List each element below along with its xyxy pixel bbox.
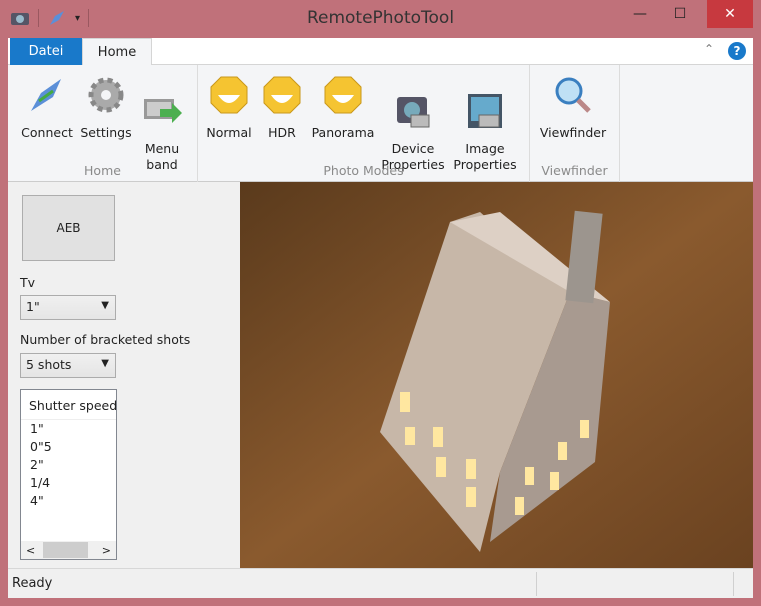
maximize-button[interactable]: ☐ (660, 0, 700, 28)
help-icon[interactable]: ? (728, 42, 746, 60)
group-label-home: Home (84, 163, 121, 178)
ribbon-tabs: Datei Home ⌃ ? (8, 38, 753, 66)
shutter-speed-list[interactable]: Shutter speed 1" 0"5 2" 1/4 4" < > (20, 389, 117, 560)
status-text: Ready (12, 576, 53, 591)
aeb-button[interactable]: AEB (22, 195, 115, 261)
menu-band-icon (144, 99, 182, 123)
scroll-thumb[interactable] (43, 542, 88, 558)
chevron-down-icon: ▼ (101, 300, 109, 311)
aeb-panel: AEB Tv 1" ▼ Number of bracketed shots 5 s… (8, 182, 240, 568)
group-label-photo-modes: Photo Modes (323, 163, 404, 178)
settings-button[interactable]: Settings (78, 75, 134, 141)
divider (536, 572, 537, 596)
column-header[interactable]: Shutter speed (21, 390, 116, 420)
minimize-button[interactable]: — (620, 0, 660, 28)
panorama-button[interactable]: Panorama (308, 75, 378, 141)
status-bar: Ready (8, 568, 753, 598)
group-home: Connect Settings Menu band Home (8, 65, 198, 182)
list-item[interactable]: 1/4 (21, 474, 116, 492)
scroll-left-icon[interactable]: < (26, 544, 35, 557)
viewfinder-button[interactable]: Viewfinder (534, 75, 612, 141)
tv-select[interactable]: 1" ▼ (20, 295, 116, 320)
close-button[interactable]: ✕ (707, 0, 753, 28)
list-item[interactable]: 4" (21, 492, 116, 510)
group-viewfinder: Viewfinder Viewfinder (530, 65, 620, 182)
smiley-icon (324, 76, 362, 114)
tab-home[interactable]: Home (82, 38, 152, 66)
connect-button[interactable]: Connect (18, 75, 76, 141)
shots-label: Number of bracketed shots (20, 332, 191, 347)
horizontal-scrollbar[interactable]: < > (21, 541, 116, 559)
magnifier-icon (555, 77, 591, 113)
collapse-ribbon-icon[interactable]: ⌃ (704, 42, 714, 56)
smiley-icon (263, 76, 301, 114)
image-properties-icon (468, 94, 502, 128)
group-label-viewfinder: Viewfinder (541, 163, 608, 178)
smiley-icon (210, 76, 248, 114)
gear-icon (88, 77, 124, 113)
viewfinder-image (240, 182, 753, 568)
tv-label: Tv (20, 275, 36, 290)
list-item[interactable]: 1" (21, 420, 116, 438)
normal-button[interactable]: Normal (202, 75, 256, 141)
image-properties-button[interactable]: Image Properties (450, 75, 520, 173)
list-item[interactable]: 2" (21, 456, 116, 474)
menu-band-button[interactable]: Menu band (138, 75, 186, 173)
scroll-right-icon[interactable]: > (102, 544, 111, 557)
device-properties-button[interactable]: Device Properties (380, 75, 446, 173)
shots-select[interactable]: 5 shots ▼ (20, 353, 116, 378)
list-item[interactable]: 0"5 (21, 438, 116, 456)
connect-icon (31, 79, 61, 111)
title-bar: ▾ RemotePhotoTool — ☐ ✕ (0, 0, 761, 38)
hdr-button[interactable]: HDR (260, 75, 304, 141)
device-properties-icon (397, 97, 430, 128)
ribbon: Connect Settings Menu band Home Normal H… (8, 65, 753, 182)
tab-datei[interactable]: Datei (10, 38, 82, 66)
chevron-down-icon: ▼ (101, 358, 109, 369)
group-photo-modes: Normal HDR Panorama Device Properties Im… (198, 65, 530, 182)
divider (733, 572, 734, 596)
